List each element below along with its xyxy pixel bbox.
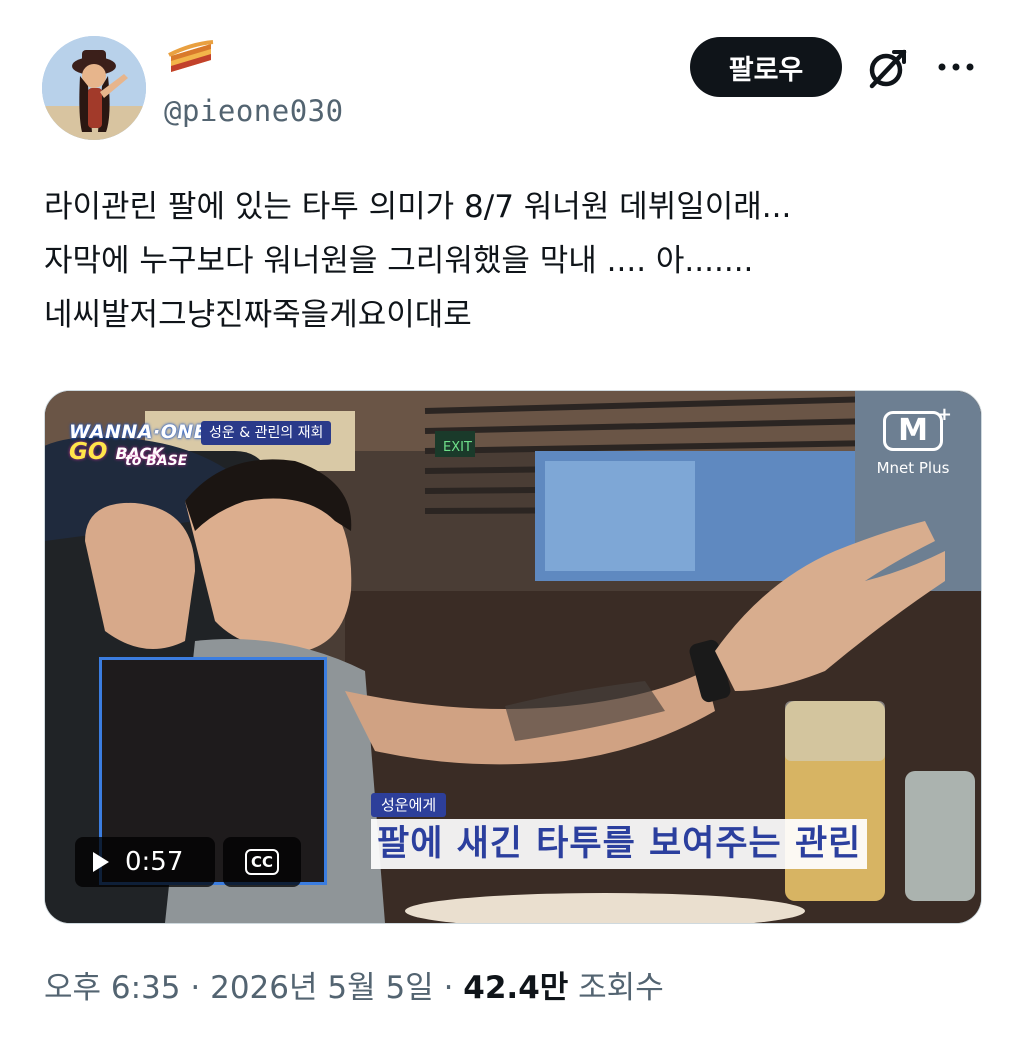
views-label: 조회수 xyxy=(578,970,664,1006)
show-logo-subline: to BASE xyxy=(125,453,188,469)
video-player[interactable]: EXIT WANNA·ONE GO BACK to BASE 성운 & 관린의 … xyxy=(44,390,982,924)
author-avatar[interactable] xyxy=(42,36,146,140)
tweet-metadata: 오후 6:35 · 2026년 5월 5일 · 42.4만 조회수 xyxy=(44,962,664,1007)
more-icon[interactable] xyxy=(934,52,978,82)
views-count: 42.4만 xyxy=(463,970,569,1006)
channel-logo: M Mnet Plus xyxy=(865,398,961,481)
episode-tag: 성운 & 관린의 재회 xyxy=(201,421,332,445)
post-date[interactable]: 2026년 5월 5일 xyxy=(210,970,434,1006)
author-handle[interactable]: @pieone030 xyxy=(164,94,344,128)
tweet-text: 라이관린 팔에 있는 타투 의미가 8/7 워너원 데뷔일이래... 자막에 누… xyxy=(44,180,984,342)
play-time-control[interactable]: 0:57 xyxy=(75,837,215,887)
separator: · xyxy=(190,970,201,1006)
subtitle-caption-small: 성운에게 xyxy=(371,793,447,817)
show-logo: WANNA·ONE GO BACK to BASE xyxy=(69,421,207,479)
show-logo-go: GO xyxy=(69,439,108,465)
tweet-line: 네씨발저그냥진짜죽을게요이대로 xyxy=(44,297,472,333)
closed-captions-button[interactable]: CC xyxy=(223,837,301,887)
exit-sign: EXIT xyxy=(443,440,472,455)
grok-icon[interactable] xyxy=(864,44,912,92)
tweet-line: 자막에 누구보다 워너원을 그리워했을 막내 .... 아....... xyxy=(44,243,754,279)
tweet-header: @pieone030 팔로우 xyxy=(0,0,1024,150)
channel-name: Mnet Plus xyxy=(876,459,950,477)
tweet-line: 라이관린 팔에 있는 타투 의미가 8/7 워너원 데뷔일이래... xyxy=(44,189,792,225)
separator: · xyxy=(443,970,454,1006)
pie-emoji xyxy=(167,38,215,80)
closed-captions-icon: CC xyxy=(245,849,279,875)
channel-mark: M xyxy=(883,398,952,451)
play-icon[interactable] xyxy=(93,852,109,872)
post-time[interactable]: 오후 6:35 xyxy=(44,970,181,1006)
follow-button[interactable]: 팔로우 xyxy=(690,37,842,97)
video-time: 0:57 xyxy=(125,847,184,877)
subtitle-caption-main: 팔에 새긴 타투를 보여주는 관린 xyxy=(371,819,868,869)
